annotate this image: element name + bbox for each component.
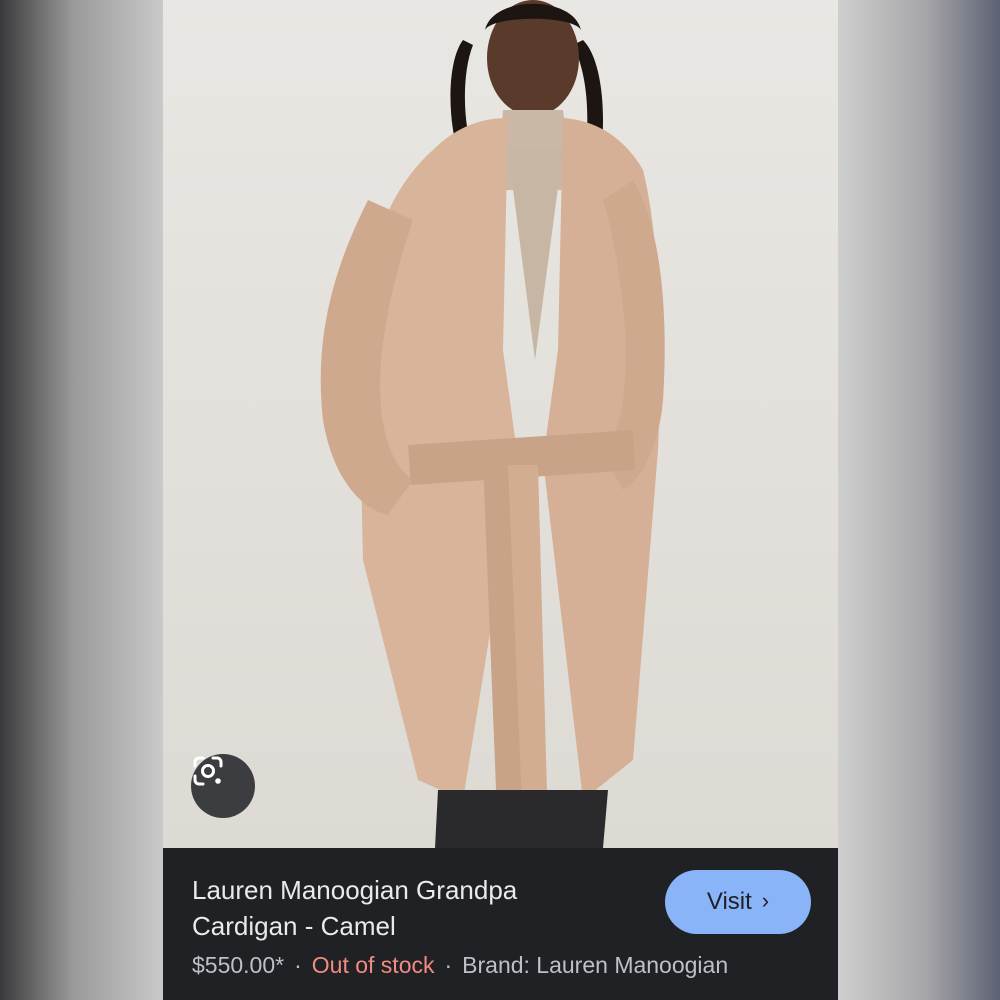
separator-dot: · xyxy=(444,952,453,978)
chevron-right-icon: › xyxy=(761,888,770,913)
product-brand: Brand: Lauren Manoogian xyxy=(462,952,729,978)
visit-button[interactable]: Visit › xyxy=(665,870,811,934)
blurred-background-right xyxy=(838,0,1000,1000)
product-price: $550.00* xyxy=(192,952,285,978)
separator-dot: · xyxy=(294,952,302,978)
product-title[interactable]: Lauren Manoogian Grandpa Cardigan - Came… xyxy=(192,872,612,944)
google-lens-button[interactable] xyxy=(191,754,255,818)
google-lens-icon xyxy=(193,756,223,786)
product-photo[interactable] xyxy=(163,0,838,848)
model-illustration xyxy=(320,0,665,848)
product-meta-line: $550.00* · Out of stock · Brand: Lauren Mano… xyxy=(192,952,728,979)
visit-button-label: Visit xyxy=(706,888,752,915)
product-info-panel: Lauren Manoogian Grandpa Cardigan - Came… xyxy=(163,848,838,1000)
image-result-card: Lauren Manoogian Grandpa Cardigan - Came… xyxy=(163,0,838,1000)
blurred-background-left xyxy=(0,0,163,1000)
stock-status: Out of stock xyxy=(311,952,435,978)
